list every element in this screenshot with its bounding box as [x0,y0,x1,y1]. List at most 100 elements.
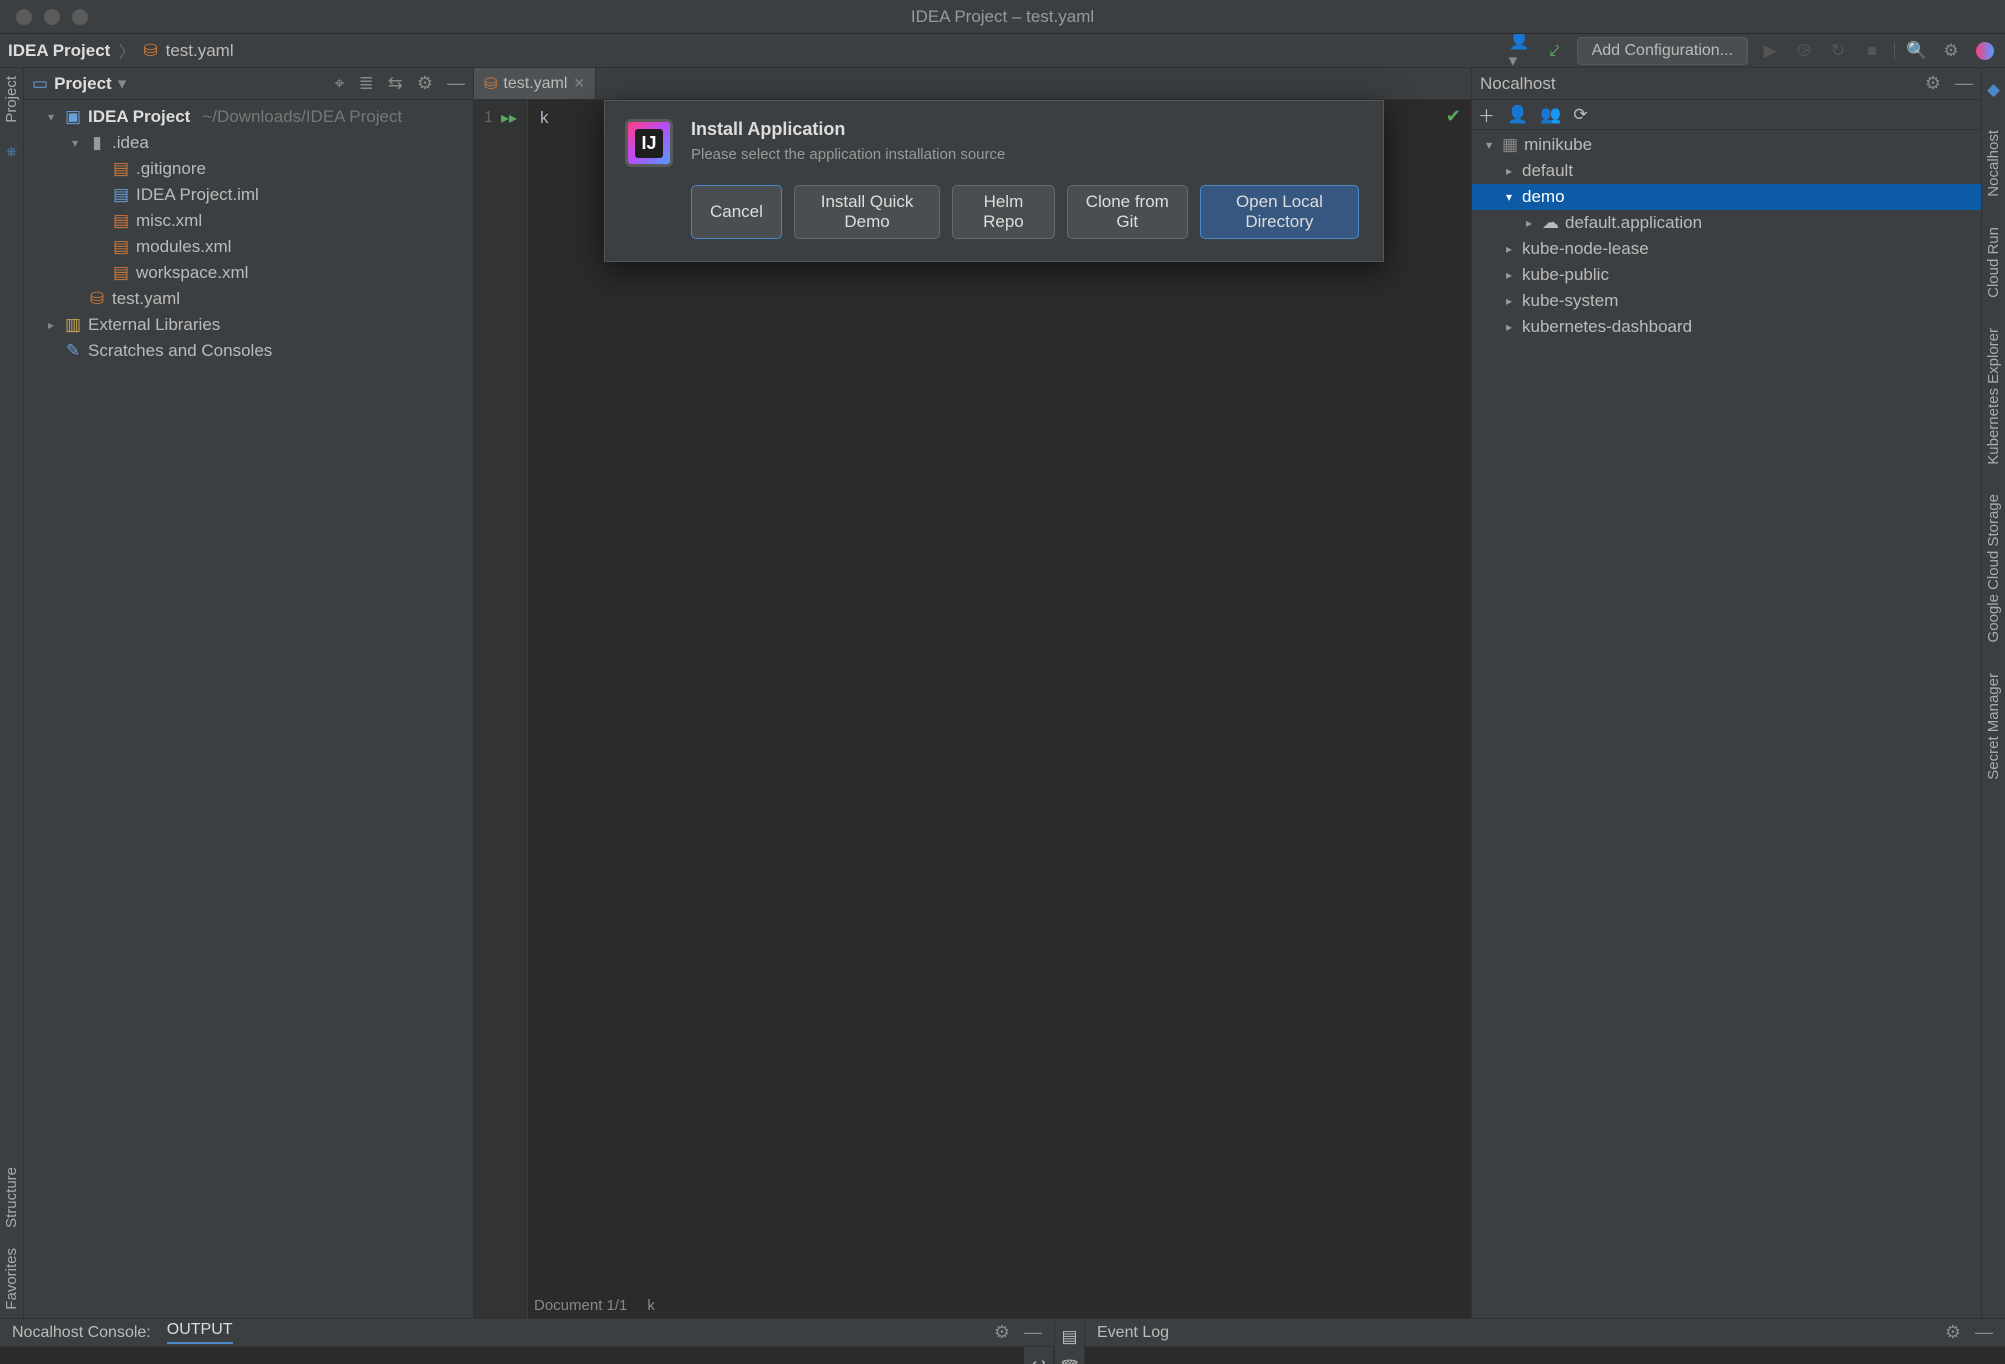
chevron-down-icon[interactable]: ▾ [68,130,82,156]
panel-settings-icon[interactable]: ⚙ [994,1322,1010,1343]
hide-panel-icon[interactable]: — [1955,73,1973,94]
gcs-tool-tab[interactable]: Google Cloud Storage [1985,494,2002,642]
tree-external-libs[interactable]: ▸ ▥ External Libraries [24,312,473,338]
tree-idea-folder[interactable]: ▾ ▮ .idea [24,130,473,156]
eventlog-content[interactable] [1085,1347,2005,1364]
run-gutter-icon[interactable]: ▸▸ [501,108,517,128]
breadcrumb-root[interactable]: IDEA Project [8,41,110,61]
build-icon[interactable]: ⤦ [1543,39,1567,63]
breadcrumb-file[interactable]: test.yaml [166,41,234,61]
console-output-tab[interactable]: OUTPUT [167,1321,233,1344]
user-dropdown-icon[interactable]: 👤▾ [1509,39,1533,63]
cloudrun-tool-tab[interactable]: Cloud Run [1985,227,2002,298]
refresh-icon[interactable]: ⟳ [1573,105,1587,125]
tree-project-root[interactable]: ▾ ▣ IDEA Project ~/Downloads/IDEA Projec… [24,104,473,130]
tree-file-misc[interactable]: ▤ misc.xml [24,208,473,234]
clone-from-git-button[interactable]: Clone from Git [1067,185,1188,239]
editor-tab-testyaml[interactable]: ⛁ test.yaml ✕ [474,68,596,99]
logo-text: IJ [635,129,662,158]
editor-body[interactable]: 1 ▸▸ k ✔ IJ Install Application Please s… [474,100,1471,1318]
namespace-kubernetes-dashboard[interactable]: ▸ kubernetes-dashboard [1472,314,1981,340]
scratches-label: Scratches and Consoles [88,338,272,364]
tree-file-workspace[interactable]: ▤ workspace.xml [24,260,473,286]
close-tab-icon[interactable]: ✕ [573,75,585,92]
expand-all-icon[interactable]: ≣ [359,73,374,94]
project-tool-tab[interactable]: Project [3,76,20,123]
namespace-kube-public[interactable]: ▸ kube-public [1472,262,1981,288]
favorites-tool-tab[interactable]: Favorites [3,1248,20,1310]
window-controls[interactable] [0,9,88,25]
ide-logo-icon[interactable] [1973,39,1997,63]
collapse-all-icon[interactable]: ⇆ [388,73,403,94]
soft-wrap-icon[interactable]: ↩ [1031,1355,1045,1364]
run-icon[interactable]: ▶ [1758,39,1782,63]
yaml-file-icon: ⛁ [484,74,497,94]
tree-file-gitignore[interactable]: ▤ .gitignore [24,156,473,182]
install-quick-demo-button[interactable]: Install Quick Demo [794,185,940,239]
panel-settings-icon[interactable]: ⚙ [1945,1322,1961,1343]
settings-gear-icon[interactable]: ⚙ [1939,39,1963,63]
user-icon[interactable]: 👤 [1507,105,1528,125]
file-icon: ▤ [112,208,130,234]
namespace-label: default [1522,161,1573,181]
namespace-kube-system[interactable]: ▸ kube-system [1472,288,1981,314]
search-icon[interactable]: 🔍 [1905,39,1929,63]
users-icon[interactable]: 👥 [1540,105,1561,125]
nocalhost-tree[interactable]: ▾ ▦ minikube ▸ default ▾ demo ▸ ☁ defaul… [1472,130,1981,1318]
chevron-down-icon[interactable]: ▾ [1482,138,1496,152]
tree-scratches[interactable]: ✎ Scratches and Consoles [24,338,473,364]
cancel-button[interactable]: Cancel [691,185,782,239]
hide-panel-icon[interactable]: — [1975,1322,1993,1343]
project-panel-title[interactable]: Project [54,74,112,94]
hide-panel-icon[interactable]: — [447,73,465,94]
inspection-ok-icon[interactable]: ✔ [1446,106,1461,127]
k8s-explorer-tool-tab[interactable]: Kubernetes Explorer [1985,328,2002,465]
namespace-label: demo [1522,187,1565,207]
debug-icon[interactable]: ⧁ [1792,39,1816,63]
chevron-right-icon[interactable]: ▸ [1502,320,1516,334]
navigation-bar: IDEA Project 〉 ⛁ test.yaml 👤▾ ⤦ Add Conf… [0,34,2005,68]
namespace-default[interactable]: ▸ default [1472,158,1981,184]
console-output-area[interactable] [0,1347,1024,1364]
cluster-minikube[interactable]: ▾ ▦ minikube [1472,132,1981,158]
open-local-directory-button[interactable]: Open Local Directory [1200,185,1359,239]
code-content[interactable]: k [528,100,1471,1318]
tree-file-modules[interactable]: ▤ modules.xml [24,234,473,260]
close-window-icon[interactable] [16,9,32,25]
namespace-kube-node-lease[interactable]: ▸ kube-node-lease [1472,236,1981,262]
application-default[interactable]: ▸ ☁ default.application [1472,210,1981,236]
maximize-window-icon[interactable] [72,9,88,25]
chevron-down-icon[interactable]: ▾ [44,104,58,130]
chevron-right-icon[interactable]: ▸ [44,312,58,338]
nocalhost-rail-icon[interactable]: ◆ [1987,80,2000,100]
trash-icon[interactable]: 🗑 [1059,1359,1081,1364]
tree-file-testyaml[interactable]: ⛁ test.yaml [24,286,473,312]
secret-manager-tool-tab[interactable]: Secret Manager [1985,673,2002,780]
tree-file-iml[interactable]: ▤ IDEA Project.iml [24,182,473,208]
panel-settings-icon[interactable]: ⚙ [417,73,433,94]
chevron-right-icon[interactable]: ▸ [1502,294,1516,308]
namespace-demo[interactable]: ▾ demo [1472,184,1981,210]
chevron-right-icon[interactable]: ▸ [1502,242,1516,256]
nocalhost-tool-tab[interactable]: Nocalhost [1985,130,2002,197]
stop-icon[interactable]: ■ [1860,39,1884,63]
project-view-dropdown-icon[interactable]: ▾ [118,74,127,94]
locate-file-icon[interactable]: ⌖ [335,73,345,94]
minimize-window-icon[interactable] [44,9,60,25]
hide-panel-icon[interactable]: — [1024,1322,1042,1343]
add-configuration-button[interactable]: Add Configuration... [1577,37,1748,65]
chevron-right-icon[interactable]: ▸ [1502,268,1516,282]
project-tree[interactable]: ▾ ▣ IDEA Project ~/Downloads/IDEA Projec… [24,100,473,368]
add-icon[interactable]: ＋ [1478,102,1495,127]
scratches-icon: ✎ [64,338,82,364]
structure-tool-tab[interactable]: Structure [3,1167,20,1228]
panel-settings-icon[interactable]: ⚙ [1925,73,1941,94]
chevron-right-icon[interactable]: ▸ [1502,164,1516,178]
folder-label: .idea [112,130,149,156]
filter-icon[interactable]: ▤ [1061,1327,1077,1347]
coverage-icon[interactable]: ↻ [1826,39,1850,63]
chevron-down-icon[interactable]: ▾ [1502,190,1516,204]
kubernetes-tool-icon[interactable]: ⎈ [6,143,17,160]
chevron-right-icon[interactable]: ▸ [1522,216,1536,230]
helm-repo-button[interactable]: Helm Repo [952,185,1055,239]
